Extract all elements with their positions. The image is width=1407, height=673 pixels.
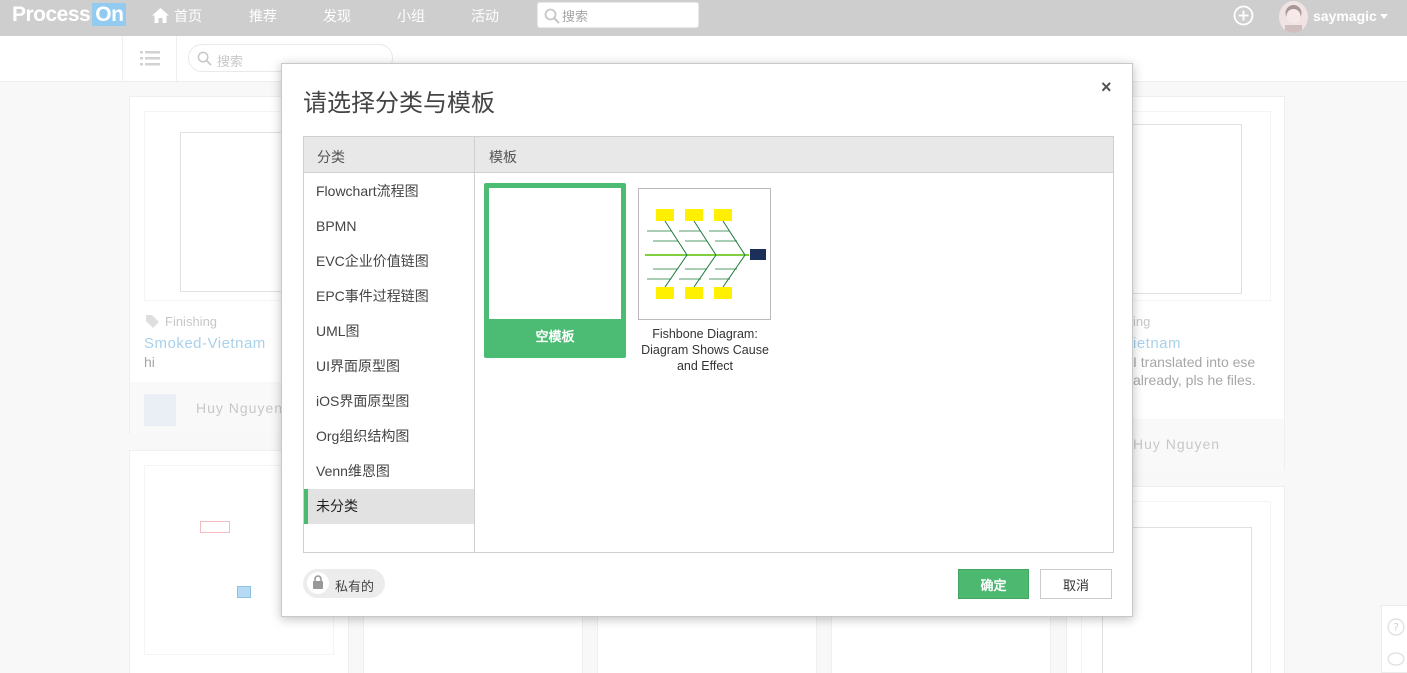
- template-blank[interactable]: 空模板: [484, 183, 626, 358]
- private-toggle[interactable]: 私有的: [303, 569, 385, 598]
- template-header: 模板: [489, 149, 517, 165]
- fishbone-diagram-preview: [645, 209, 766, 299]
- blank-template-preview: [489, 188, 621, 319]
- category-header: 分类: [317, 149, 345, 165]
- category-evc[interactable]: EVC企业价值链图: [304, 244, 474, 279]
- private-label: 私有的: [335, 579, 375, 594]
- category-uml[interactable]: UML图: [304, 314, 474, 349]
- close-icon[interactable]: ×: [1101, 77, 1112, 98]
- category-epc[interactable]: EPC事件过程链图: [304, 279, 474, 314]
- lock-icon: [313, 575, 323, 589]
- selection-panel: 分类 模板 Flowchart流程图 BPMN EVC企业价值链图 EPC事件过…: [303, 136, 1114, 553]
- panel-header: 分类 模板: [304, 137, 1113, 173]
- category-uncategorized[interactable]: 未分类: [304, 489, 474, 524]
- category-flowchart[interactable]: Flowchart流程图: [304, 174, 474, 209]
- category-org-chart[interactable]: Org组织结构图: [304, 419, 474, 454]
- template-dialog: 请选择分类与模板 × 分类 模板 Flowchart流程图 BPMN EVC企业…: [281, 63, 1133, 617]
- lock-icon-wrap: [307, 572, 329, 594]
- column-divider: [474, 137, 475, 552]
- cancel-button[interactable]: 取消: [1040, 569, 1112, 599]
- category-ui-prototype[interactable]: UI界面原型图: [304, 349, 474, 384]
- confirm-button[interactable]: 确定: [958, 569, 1029, 599]
- dialog-title: 请选择分类与模板: [303, 90, 495, 117]
- template-fishbone[interactable]: [638, 188, 771, 320]
- category-ios-prototype[interactable]: iOS界面原型图: [304, 384, 474, 419]
- category-bpmn[interactable]: BPMN: [304, 209, 474, 244]
- template-fishbone-label: Fishbone Diagram: Diagram Shows Cause an…: [641, 327, 769, 373]
- template-blank-label: 空模板: [535, 329, 575, 344]
- category-venn[interactable]: Venn维恩图: [304, 454, 474, 489]
